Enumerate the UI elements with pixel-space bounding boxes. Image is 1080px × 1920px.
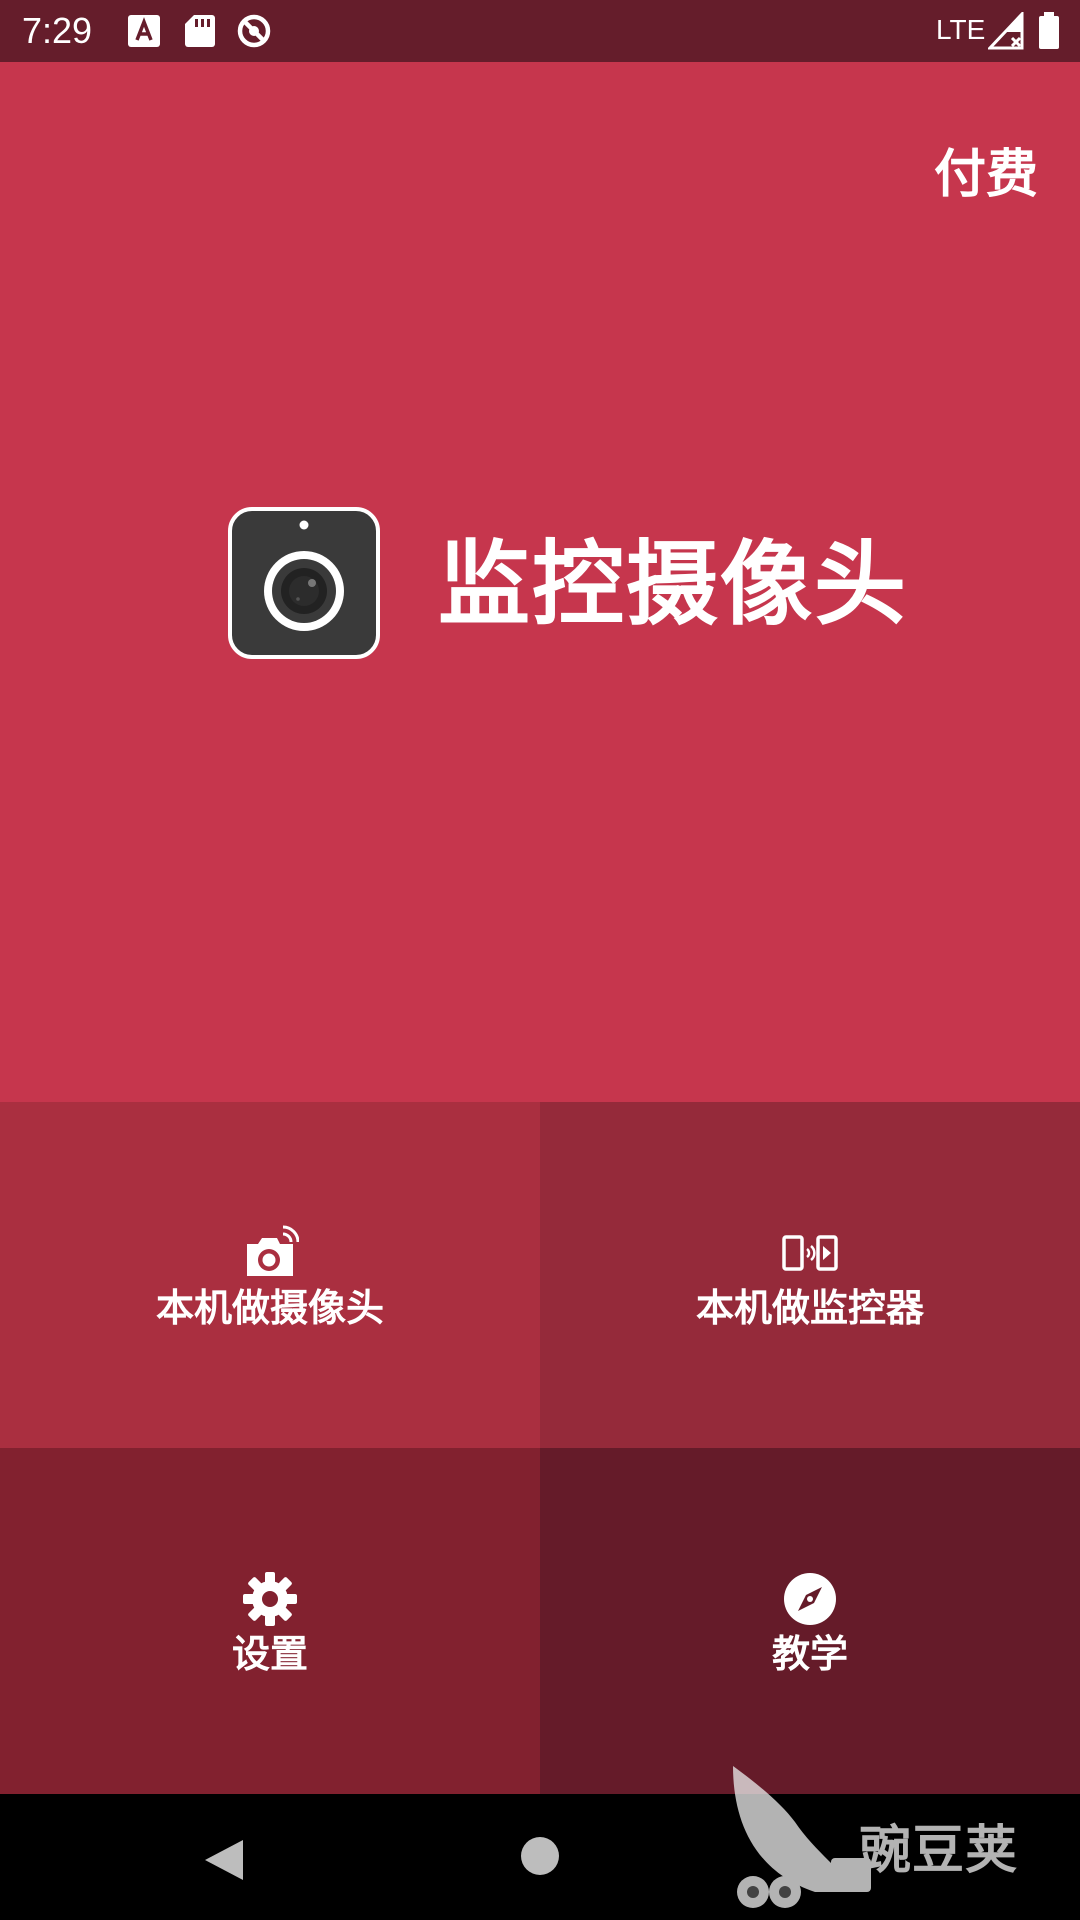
tile-label: 教学 bbox=[771, 1632, 848, 1676]
tutorial-tile[interactable]: 教学 bbox=[540, 1448, 1080, 1794]
compass-icon bbox=[784, 1573, 836, 1625]
tile-label: 本机做监控器 bbox=[695, 1286, 924, 1330]
gear-icon bbox=[243, 1572, 297, 1626]
signal-off-icon bbox=[988, 12, 1024, 50]
battery-icon bbox=[1039, 12, 1059, 49]
watermark-text: 豌豆荚 bbox=[859, 1821, 1019, 1881]
use-as-monitor-tile[interactable]: 本机做监控器 bbox=[540, 1102, 1080, 1448]
font-download-icon bbox=[128, 15, 160, 47]
settings-tile[interactable]: 设置 bbox=[0, 1448, 540, 1794]
watermark: 豌豆荚 bbox=[725, 1762, 1055, 1912]
app-title: 监控摄像头 bbox=[438, 531, 909, 638]
pay-button[interactable]: 付费 bbox=[934, 132, 1038, 207]
back-icon[interactable] bbox=[203, 1838, 245, 1882]
tile-label: 设置 bbox=[231, 1632, 308, 1676]
home-icon[interactable] bbox=[520, 1836, 560, 1876]
status-time: 7:29 bbox=[22, 10, 93, 51]
status-bar: 7:29 LTE bbox=[0, 0, 1080, 62]
watermark-logo-icon bbox=[733, 1766, 871, 1908]
sd-card-icon bbox=[185, 15, 215, 47]
devices-monitor-icon bbox=[782, 1235, 838, 1271]
app-screen: 7:29 LTE 付费 监控摄像头 本机做摄像头 本机做监控器 设置 教学 豌豆… bbox=[0, 0, 1080, 1920]
no-entry-icon bbox=[237, 14, 271, 48]
hero-banner: 付费 监控摄像头 bbox=[0, 62, 1080, 1102]
use-as-camera-tile[interactable]: 本机做摄像头 bbox=[0, 1102, 540, 1448]
camera-wifi-icon bbox=[247, 1225, 299, 1276]
network-type: LTE bbox=[936, 14, 986, 45]
tile-label: 本机做摄像头 bbox=[155, 1286, 384, 1330]
camera-logo-icon bbox=[228, 507, 380, 659]
